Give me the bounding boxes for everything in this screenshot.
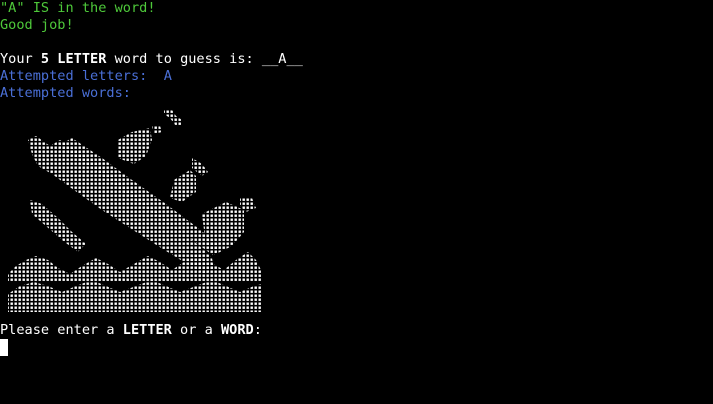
attempted-letters-line: Attempted letters: A xyxy=(0,68,172,85)
sinking-ship-icon xyxy=(8,110,262,312)
praise-line: Good job! xyxy=(0,17,74,33)
word-length: 5 xyxy=(40,51,50,67)
funnel-rear xyxy=(118,128,152,164)
ship-stern xyxy=(30,200,86,252)
smoke-puff-small xyxy=(152,126,162,134)
letter-keyword: LETTER xyxy=(57,51,107,67)
attempted-words-label: Attempted words: xyxy=(0,85,131,101)
word-prompt-prefix: Your xyxy=(0,51,41,67)
word-prompt: Your 5 LETTER word to guess is: __A__ xyxy=(0,51,303,68)
attempted-letters-label: Attempted letters: xyxy=(0,68,148,84)
terminal-window: "A" IS in the word! Good job! Your 5 LET… xyxy=(0,0,713,404)
funnel-mid xyxy=(192,158,208,176)
sinking-ship-art xyxy=(6,106,268,316)
smoke-puff-top xyxy=(164,110,182,126)
attempted-words-line: Attempted words: xyxy=(0,85,139,102)
input-prompt-prefix: Please enter a xyxy=(0,322,123,338)
input-cursor[interactable] xyxy=(0,339,8,356)
masked-word: __A__ xyxy=(261,51,303,67)
input-prompt: Please enter a LETTER or a WORD: xyxy=(0,322,262,339)
attempted-letters-value: A xyxy=(163,68,172,84)
input-prompt-mid: or a xyxy=(171,322,221,338)
input-prompt-letter: LETTER xyxy=(122,322,172,338)
input-prompt-word: WORD xyxy=(220,322,254,338)
input-prompt-suffix: : xyxy=(253,322,262,338)
word-prompt-mid: word to guess is: xyxy=(106,51,262,67)
ship-bow xyxy=(202,202,244,254)
feedback-line: "A" IS in the word! xyxy=(0,0,156,16)
funnel-front xyxy=(170,170,196,202)
wave-row-lower xyxy=(8,280,262,312)
wave-row-upper xyxy=(8,252,262,282)
